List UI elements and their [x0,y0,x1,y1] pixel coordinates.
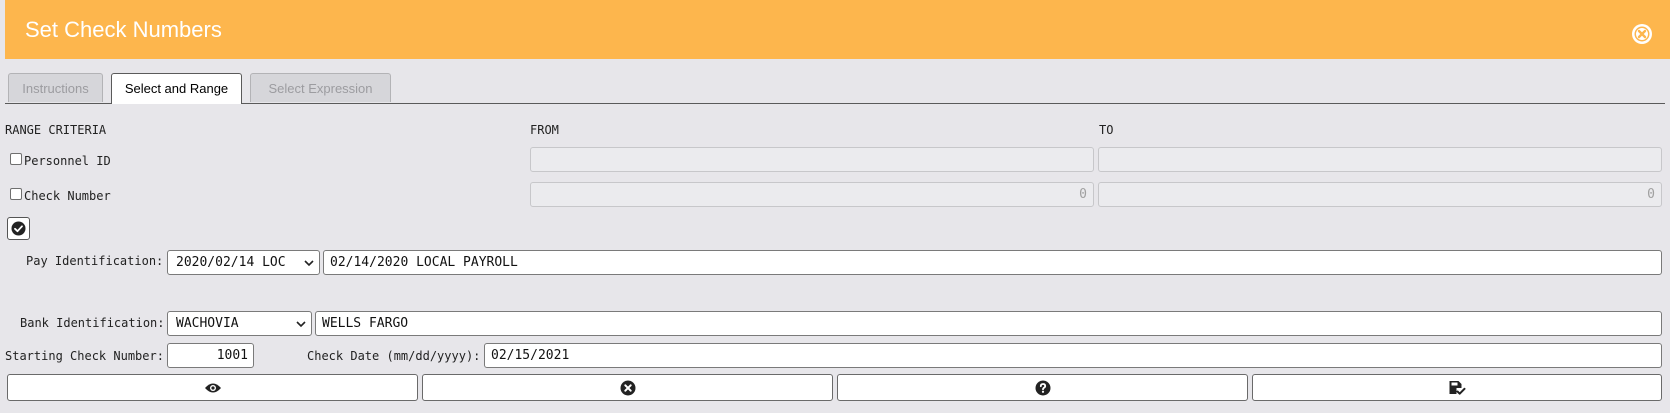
personnel-id-label: Personnel ID [24,154,111,168]
check-number-checkbox[interactable] [10,188,22,200]
pay-description-field[interactable]: 02/14/2020 LOCAL PAYROLL [323,250,1662,275]
check-number-label: Check Number [24,189,111,203]
tab-select-and-range[interactable]: Select and Range [111,73,242,104]
bank-identification-select[interactable]: WACHOVIA [167,311,312,336]
check-date-label: Check Date (mm/dd/yyyy): [307,349,481,363]
from-header: FROM [530,123,559,137]
save-button[interactable] [1252,374,1662,401]
tab-bar: Instructions Select and Range Select Exp… [5,73,1665,104]
check-number-from-input[interactable]: 0 [530,182,1094,207]
eye-icon [204,383,221,392]
range-criteria-header: RANGE CRITERIA [5,123,107,137]
bank-identification-label: Bank Identification: [20,316,165,330]
cancel-button[interactable] [422,374,833,401]
starting-check-number-input[interactable]: 1001 [167,343,254,368]
starting-check-number-label: Starting Check Number: [5,349,164,363]
personnel-id-checkbox[interactable] [10,153,22,165]
personnel-id-from-input[interactable] [530,147,1094,172]
preview-button[interactable] [7,374,418,401]
chevron-down-icon [296,321,306,328]
save-check-icon [1449,380,1466,395]
pay-identification-label: Pay Identification: [26,254,164,268]
personnel-id-to-input[interactable] [1098,147,1662,172]
help-button[interactable] [837,374,1248,401]
chevron-down-icon [304,260,314,267]
tab-instructions[interactable]: Instructions [8,73,103,102]
tab-select-expression[interactable]: Select Expression [250,73,391,102]
close-circle-icon[interactable] [1631,23,1653,45]
bank-description-field[interactable]: WELLS FARGO [315,311,1662,336]
question-circle-icon [1035,380,1050,395]
window-header: Set Check Numbers [5,0,1670,59]
window-title: Set Check Numbers [25,17,222,42]
check-date-input[interactable]: 02/15/2021 [484,343,1662,368]
apply-range-button[interactable] [7,217,30,240]
pay-identification-value: 2020/02/14 LOC [176,255,286,270]
bank-identification-value: WACHOVIA [176,316,239,331]
pay-identification-select[interactable]: 2020/02/14 LOC [167,250,320,275]
check-number-to-input[interactable]: 0 [1098,182,1662,207]
check-circle-icon [11,221,26,236]
close-circle-icon [620,380,635,395]
to-header: TO [1099,123,1114,137]
